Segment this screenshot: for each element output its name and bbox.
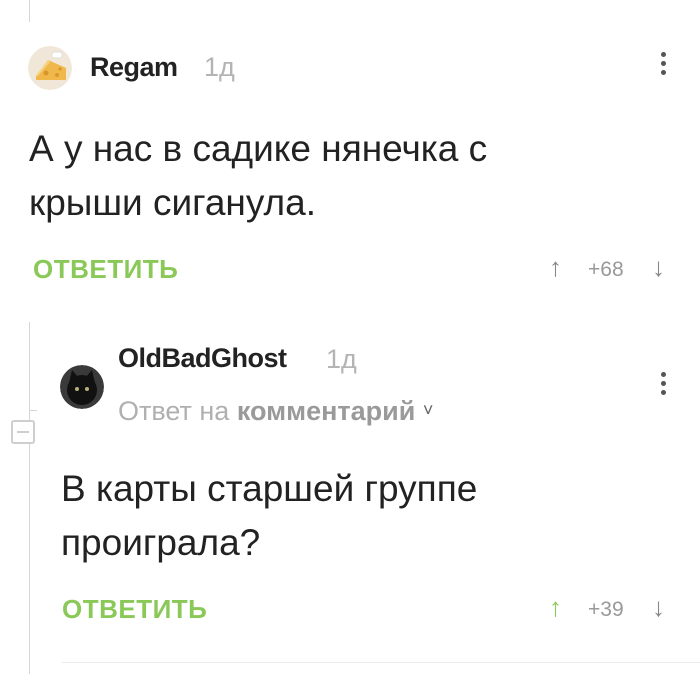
arrow-up-icon[interactable]: ↑ xyxy=(549,592,562,623)
reply-button[interactable]: ОТВЕТИТЬ xyxy=(62,594,207,625)
comment-text: В карты старшей группе проиграла? xyxy=(61,462,671,570)
comment-time: 1д xyxy=(204,52,235,82)
avatar-black-cat-icon[interactable] xyxy=(60,365,104,409)
avatar-cheese-icon[interactable] xyxy=(28,46,72,90)
thread-line[interactable] xyxy=(29,322,30,674)
reply-to-prefix: Ответ на xyxy=(118,396,230,426)
comment-text-line: крыши сиганула. xyxy=(29,182,316,223)
comment-author[interactable]: Regam xyxy=(90,52,178,83)
chevron-down-icon[interactable]: ˅ xyxy=(423,400,434,420)
arrow-down-icon[interactable]: ↓ xyxy=(652,592,665,623)
arrow-down-icon[interactable]: ↓ xyxy=(652,252,665,283)
reply-to-comment-link[interactable]: комментарий xyxy=(237,396,416,426)
rating-count: +68 xyxy=(588,258,624,281)
rating-count: +39 xyxy=(588,598,624,621)
more-vertical-icon[interactable] xyxy=(659,52,667,79)
reply-button[interactable]: ОТВЕТИТЬ xyxy=(33,254,178,285)
divider xyxy=(62,662,700,663)
thread-branch xyxy=(29,410,37,411)
comment-text-line: В карты старшей группе xyxy=(61,468,478,509)
reply-to-link[interactable]: Ответ на комментарий ˅ xyxy=(118,396,433,427)
thread-line-top xyxy=(29,0,30,22)
comment-author[interactable]: OldBadGhost xyxy=(118,343,287,374)
more-vertical-icon[interactable] xyxy=(659,372,667,399)
comment-time: 1д xyxy=(326,344,357,374)
collapse-thread-icon[interactable] xyxy=(11,420,35,444)
arrow-up-icon[interactable]: ↑ xyxy=(549,252,562,283)
comment-text: А у нас в садике нянечка с крыши сиганул… xyxy=(29,122,669,230)
comment-text-line: А у нас в садике нянечка с xyxy=(29,128,488,169)
comment-text-line: проиграла? xyxy=(61,522,261,563)
